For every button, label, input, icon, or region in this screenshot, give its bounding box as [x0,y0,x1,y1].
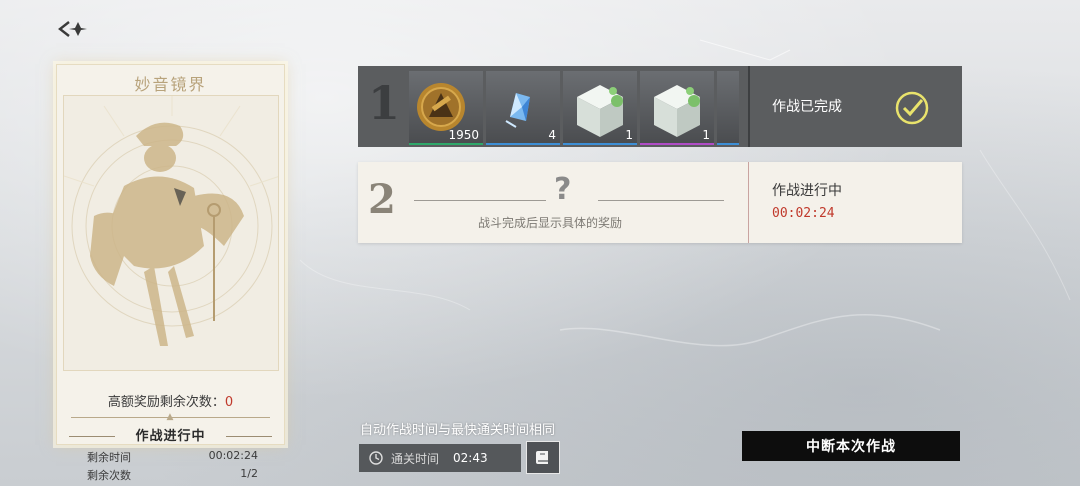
reward-count: 1950 [448,128,479,142]
reward-item-crystal[interactable]: 4 [486,71,560,145]
rarity-bar [409,143,483,145]
auto-battle-note: 自动作战时间与最快通关时间相同 [360,423,556,438]
check-circle-icon [895,91,929,125]
clear-time-box: 通关时间 02:43 [359,444,521,472]
battle-log-button[interactable] [526,441,560,474]
card-status: 作战进行中 [135,429,206,444]
reward-count: 1 [702,128,710,142]
reward-count: 1 [625,128,633,142]
character-illustration [63,95,279,371]
remaining-count-value: 1/2 [240,467,258,480]
high-reward-count: 0 [224,395,234,410]
reward-hint: 战斗完成后显示具体的奖励 [478,216,623,230]
rarity-bar [563,143,637,145]
reward-item-cube[interactable]: 1 [563,71,637,145]
clear-time-label: 通关时间 [391,451,440,466]
reward-item-partial[interactable] [717,71,739,145]
clock-icon [369,451,383,465]
divider-ornament-icon: ▲ [166,412,174,422]
battle-1-panel: 1 1950 4 1 1 作战已完成 [358,66,962,147]
remaining-time-label: 剩余时间 [87,451,131,464]
high-reward-label: 高额奖励剩余次数： [107,395,225,410]
remaining-time-row: 剩余时间 00:02:24 [87,449,258,465]
battle-2-panel: 2 ? 战斗完成后显示具体的奖励 作战进行中 00:02:24 [358,162,962,243]
remaining-count-label: 剩余次数 [87,469,131,482]
battle-2-timer: 00:02:24 [772,206,835,221]
stop-battle-button[interactable]: 中断本次作战 [742,431,960,461]
battle-2-status: 作战进行中 [772,183,842,199]
reward-item-coin[interactable]: 1950 [409,71,483,145]
status-line-right [226,436,272,437]
remaining-time-value: 00:02:24 [208,449,258,462]
panel-divider [748,66,750,147]
rarity-bar [717,143,739,145]
battle-2-number: 2 [368,176,396,223]
battle-1-status: 作战已完成 [772,99,842,115]
reward-item-cube[interactable]: 1 [640,71,714,145]
high-reward-remaining: 高额奖励剩余次数：0 [57,391,284,410]
reward-count: 4 [548,128,556,142]
battle-1-number: 1 [368,76,401,130]
remaining-count-row: 剩余次数 1/2 [87,467,258,483]
unknown-reward-icon: ? [554,172,572,207]
placeholder-line-right [598,200,724,201]
book-icon [536,450,548,464]
back-arrow-icon [58,21,87,37]
stage-card: 妙音镜界 高额奖励剩余次数：0 ▲ 作战进行中 剩余时间 00:02:24 剩余… [56,64,285,482]
panel-divider [748,162,749,243]
clear-time-value: 02:43 [453,451,488,465]
placeholder-line-left [414,200,546,201]
stage-title: 妙音镜界 [134,75,207,94]
rarity-bar [640,143,714,145]
rarity-bar [486,143,560,145]
back-button[interactable] [56,18,88,40]
